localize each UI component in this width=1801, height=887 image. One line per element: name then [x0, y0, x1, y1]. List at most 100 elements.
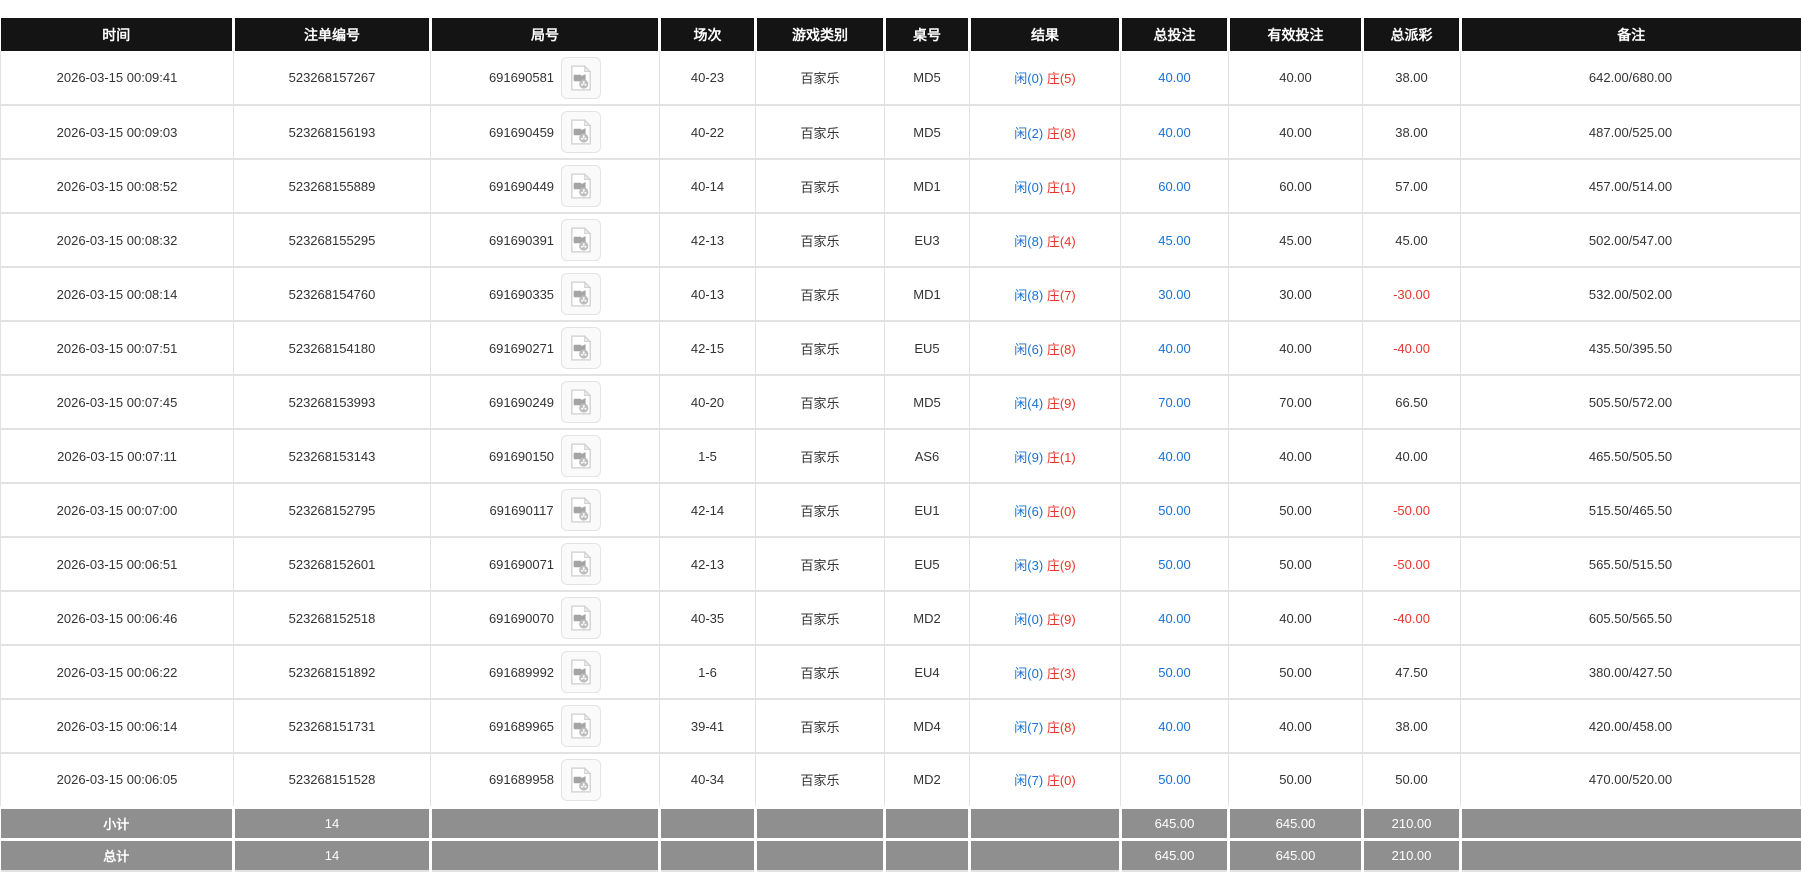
- cell-remark: 502.00/547.00: [1460, 212, 1801, 268]
- cell-session: 40-13: [659, 266, 756, 322]
- table-row: 2026-03-15 00:07:51 523268154180 6916902…: [0, 320, 1801, 376]
- cell-table-id: MD2: [884, 752, 970, 808]
- total-bet-link[interactable]: 50.00: [1158, 772, 1191, 787]
- result-player: 闲(6): [1014, 503, 1044, 519]
- column-header-session: 场次: [658, 18, 756, 51]
- video-file-icon: [570, 335, 592, 361]
- result-banker: 庄(9): [1046, 557, 1076, 573]
- video-replay-button[interactable]: [561, 651, 602, 693]
- result-player: 闲(8): [1014, 287, 1044, 303]
- cell-table-id: MD5: [884, 374, 970, 430]
- video-replay-button[interactable]: [561, 219, 602, 261]
- grand-total-valid-bet: 645.00: [1227, 837, 1363, 872]
- round-id-text: 691689958: [488, 772, 555, 788]
- table-row: 2026-03-15 00:08:52 523268155889 6916904…: [0, 158, 1801, 214]
- cell-result: 闲(7) 庄(8): [969, 698, 1121, 754]
- cell-result: 闲(8) 庄(7): [969, 266, 1121, 322]
- total-bet-link[interactable]: 40.00: [1158, 125, 1191, 140]
- cell-time: 2026-03-15 00:07:11: [0, 428, 234, 484]
- cell-bet-id: 523268152601: [233, 536, 431, 592]
- video-file-icon: [570, 64, 592, 91]
- cell-game-type: 百家乐: [755, 212, 885, 268]
- cell-bet-id: 523268153993: [233, 374, 431, 430]
- video-replay-button[interactable]: [561, 758, 602, 801]
- table-row: 2026-03-15 00:07:45 523268153993 6916902…: [0, 374, 1801, 430]
- video-replay-button[interactable]: [561, 111, 602, 153]
- cell-remark: 457.00/514.00: [1460, 158, 1801, 214]
- video-replay-button[interactable]: [561, 597, 602, 639]
- result-banker: 庄(8): [1046, 341, 1076, 357]
- total-bet-link[interactable]: 40.00: [1158, 719, 1191, 734]
- total-bet-link[interactable]: 45.00: [1158, 233, 1191, 248]
- cell-remark: 470.00/520.00: [1460, 752, 1801, 808]
- total-bet-link[interactable]: 40.00: [1158, 70, 1191, 85]
- cell-total-bet: 50.00: [1120, 482, 1229, 538]
- cell-result: 闲(3) 庄(9): [969, 536, 1121, 592]
- video-replay-button[interactable]: [561, 705, 602, 747]
- result-banker: 庄(0): [1046, 503, 1076, 519]
- subtotal-count: 14: [232, 805, 431, 839]
- video-replay-button[interactable]: [561, 327, 602, 369]
- result-player: 闲(0): [1014, 179, 1044, 195]
- cell-bet-id: 523268151892: [233, 644, 431, 700]
- cell-total-bet: 30.00: [1120, 266, 1229, 322]
- result-banker: 庄(4): [1046, 233, 1076, 249]
- cell-table-id: MD1: [884, 158, 970, 214]
- cell-result: 闲(6) 庄(0): [969, 482, 1121, 538]
- table-row: 2026-03-15 00:06:51 523268152601 6916900…: [0, 536, 1801, 592]
- total-bet-link[interactable]: 40.00: [1158, 341, 1191, 356]
- column-header-remark: 备注: [1459, 18, 1801, 51]
- total-bet-link[interactable]: 50.00: [1158, 557, 1191, 572]
- video-replay-button[interactable]: [561, 273, 602, 315]
- cell-round-id: 691690391: [430, 212, 660, 268]
- cell-valid-bet: 40.00: [1228, 590, 1363, 646]
- cell-round-id: 691689965: [430, 698, 660, 754]
- video-replay-button[interactable]: [561, 543, 602, 585]
- cell-total-bet: 60.00: [1120, 158, 1229, 214]
- column-header-game-type: 游戏类别: [754, 18, 885, 51]
- cell-session: 40-14: [659, 158, 756, 214]
- column-header-valid-bet: 有效投注: [1227, 18, 1363, 51]
- cell-time: 2026-03-15 00:09:03: [0, 104, 234, 160]
- total-bet-link[interactable]: 50.00: [1158, 503, 1191, 518]
- cell-payout: -50.00: [1362, 536, 1461, 592]
- round-id-text: 691690449: [488, 178, 555, 194]
- total-bet-link[interactable]: 30.00: [1158, 287, 1191, 302]
- cell-valid-bet: 45.00: [1228, 212, 1363, 268]
- cell-time: 2026-03-15 00:06:46: [0, 590, 234, 646]
- result-player: 闲(6): [1014, 341, 1044, 357]
- video-replay-button[interactable]: [561, 381, 602, 423]
- cell-valid-bet: 40.00: [1228, 104, 1363, 160]
- video-file-icon: [570, 713, 592, 739]
- table-footer: 小计 14 645.00 645.00 210.00 总计 14 645.00 …: [0, 805, 1801, 872]
- result-player: 闲(0): [1014, 611, 1044, 627]
- cell-session: 42-13: [659, 536, 756, 592]
- result-banker: 庄(8): [1046, 125, 1076, 141]
- video-replay-button[interactable]: [561, 435, 602, 477]
- total-bet-link[interactable]: 70.00: [1158, 395, 1191, 410]
- video-file-icon: [570, 659, 592, 685]
- cell-time: 2026-03-15 00:09:41: [0, 51, 234, 106]
- cell-session: 42-15: [659, 320, 756, 376]
- video-file-icon: [570, 443, 592, 469]
- video-replay-button[interactable]: [561, 56, 602, 99]
- cell-bet-id: 523268151731: [233, 698, 431, 754]
- cell-game-type: 百家乐: [755, 428, 885, 484]
- cell-game-type: 百家乐: [755, 590, 885, 646]
- total-bet-link[interactable]: 60.00: [1158, 179, 1191, 194]
- result-player: 闲(7): [1014, 719, 1044, 735]
- cell-table-id: EU4: [884, 644, 970, 700]
- cell-round-id: 691690249: [430, 374, 660, 430]
- cell-game-type: 百家乐: [755, 698, 885, 754]
- total-bet-link[interactable]: 50.00: [1158, 665, 1191, 680]
- cell-session: 1-5: [659, 428, 756, 484]
- column-header-bet-id: 注单编号: [232, 18, 431, 51]
- video-replay-button[interactable]: [561, 165, 602, 207]
- table-row: 2026-03-15 00:09:41 523268157267 6916905…: [0, 51, 1801, 106]
- total-bet-link[interactable]: 40.00: [1158, 611, 1191, 626]
- cell-payout: 47.50: [1362, 644, 1461, 700]
- result-banker: 庄(0): [1046, 773, 1076, 789]
- video-replay-button[interactable]: [560, 489, 601, 531]
- subtotal-empty-table-id: [883, 805, 970, 839]
- total-bet-link[interactable]: 40.00: [1158, 449, 1191, 464]
